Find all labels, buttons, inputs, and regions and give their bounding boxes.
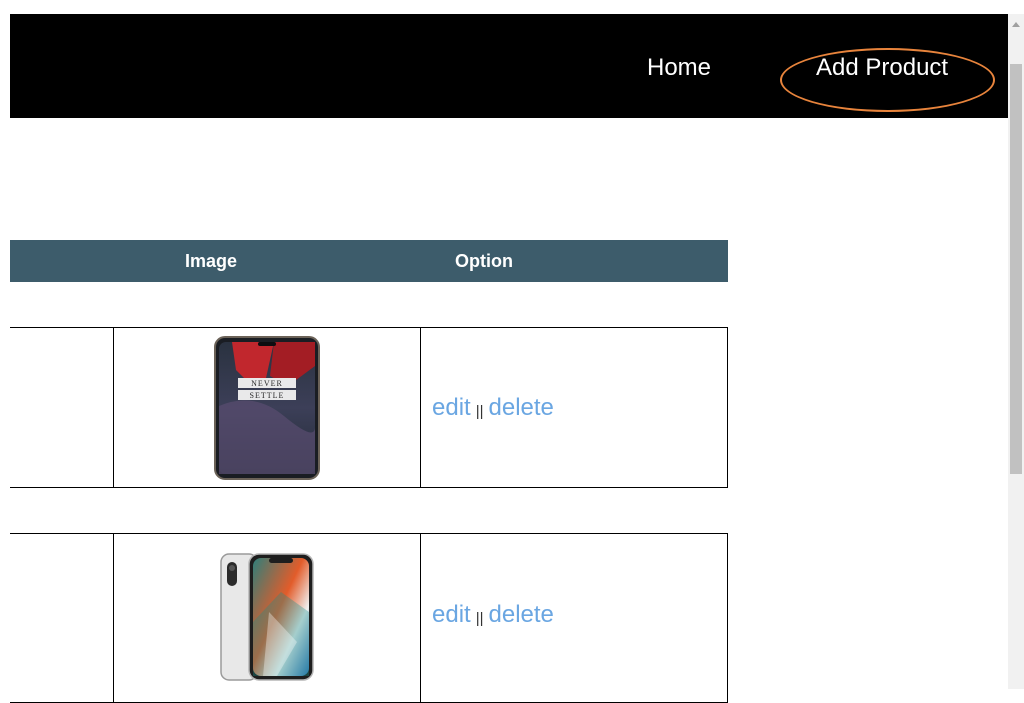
product-image-cell: NEVER SETTLE — [114, 328, 420, 487]
delete-link[interactable]: delete — [489, 394, 554, 422]
cell-divider — [727, 328, 728, 487]
column-header-image: Image — [185, 251, 238, 271]
phone-wallpaper-text: NEVER — [251, 379, 283, 388]
vertical-scrollbar[interactable] — [1008, 14, 1024, 689]
table-header: Image Option — [10, 240, 728, 282]
product-image-cell — [114, 534, 420, 702]
navbar: Home Add Product — [10, 14, 1008, 118]
iphone-x-image — [220, 553, 314, 681]
scrollbar-thumb[interactable] — [1010, 64, 1022, 474]
scroll-up-arrow-icon[interactable] — [1012, 22, 1020, 27]
cell-divider — [420, 534, 421, 702]
edit-link[interactable]: edit — [432, 601, 471, 629]
phone-wallpaper-text: SETTLE — [250, 391, 285, 400]
option-separator: || — [475, 403, 484, 420]
cell-divider — [420, 328, 421, 487]
column-header-option: Option — [455, 251, 513, 271]
nav-home-link[interactable]: Home — [647, 14, 711, 118]
edit-link[interactable]: edit — [432, 394, 471, 422]
row-options: edit || delete — [432, 534, 554, 695]
oneplus-phone-image: NEVER SETTLE — [214, 335, 320, 480]
nav-add-product-link[interactable]: Add Product — [816, 14, 948, 118]
option-separator: || — [475, 610, 484, 627]
row-options: edit || delete — [432, 328, 554, 487]
table-row: NEVER SETTLE edit || delete — [10, 327, 728, 488]
table-row: edit || delete — [10, 533, 728, 703]
cell-divider — [727, 534, 728, 702]
delete-link[interactable]: delete — [489, 601, 554, 629]
